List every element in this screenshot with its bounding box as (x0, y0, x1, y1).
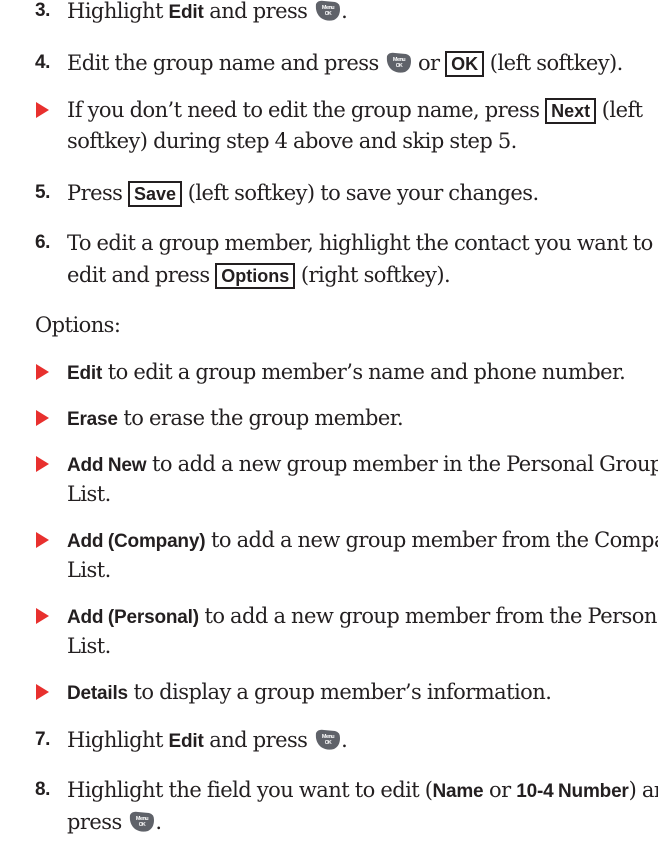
bullet-icon (36, 684, 49, 700)
step-6-line-2: edit and press Options (right softkey). (67, 263, 451, 289)
step-number: 4. (35, 52, 51, 73)
svg-text:OK: OK (325, 11, 332, 17)
menu-ok-key-icon: Menu OK (127, 810, 155, 833)
svg-text:OK: OK (396, 63, 403, 69)
option-add-personal-line-2: List. (67, 634, 111, 658)
menu-ok-key-icon: Menu OK (313, 0, 341, 22)
save-softkey-label: Save (128, 181, 183, 207)
step-number: 7. (35, 729, 51, 750)
step-number: 3. (35, 0, 51, 21)
step-number: 6. (35, 232, 51, 253)
bullet-icon (36, 102, 49, 118)
option-add-company-line-2: List. (67, 558, 111, 582)
svg-text:OK: OK (325, 740, 332, 746)
step-8-line-2: press Menu OK. (67, 810, 162, 834)
bullet-icon (36, 532, 49, 548)
manual-page: 3. Highlight Edit and press Menu OK. 4. E… (0, 0, 658, 845)
option-add-new-line-2: List. (67, 482, 111, 506)
option-details: Details to display a group member’s info… (67, 680, 552, 704)
bullet-icon (36, 456, 49, 472)
option-add-company-line-1: Add (Company) to add a new group member … (67, 528, 658, 552)
step-5-text: Press Save (left softkey) to save your c… (67, 181, 539, 207)
menu-ok-key-icon: Menu OK (384, 51, 412, 74)
bullet-icon (36, 364, 49, 380)
option-edit: Edit to edit a group member’s name and p… (67, 360, 626, 384)
note-text-line-2: softkey) during step 4 above and skip st… (67, 129, 517, 153)
options-softkey-label: Options (215, 263, 296, 289)
option-erase: Erase to erase the group member. (67, 406, 404, 430)
ok-softkey-label: OK (445, 51, 485, 77)
step-8-line-1: Highlight the field you want to edit (Na… (67, 778, 658, 802)
options-heading: Options: (35, 313, 121, 337)
step-3-text: Highlight Edit and press Menu OK. (67, 0, 348, 23)
note-text-line-1: If you don’t need to edit the group name… (67, 98, 643, 124)
menu-ok-key-icon: Menu OK (313, 728, 341, 751)
step-4-text: Edit the group name and press Menu OK or … (67, 51, 623, 77)
bullet-icon (36, 608, 49, 624)
option-add-new-line-1: Add New to add a new group member in the… (67, 452, 658, 476)
step-number: 8. (35, 779, 51, 800)
svg-text:OK: OK (139, 822, 146, 828)
step-6-line-1: To edit a group member, highlight the co… (67, 231, 653, 255)
next-softkey-label: Next (545, 98, 597, 124)
bullet-icon (36, 410, 49, 426)
step-7-text: Highlight Edit and press Menu OK. (67, 728, 348, 752)
option-add-personal-line-1: Add (Personal) to add a new group member… (67, 604, 658, 628)
step-number: 5. (35, 182, 51, 203)
